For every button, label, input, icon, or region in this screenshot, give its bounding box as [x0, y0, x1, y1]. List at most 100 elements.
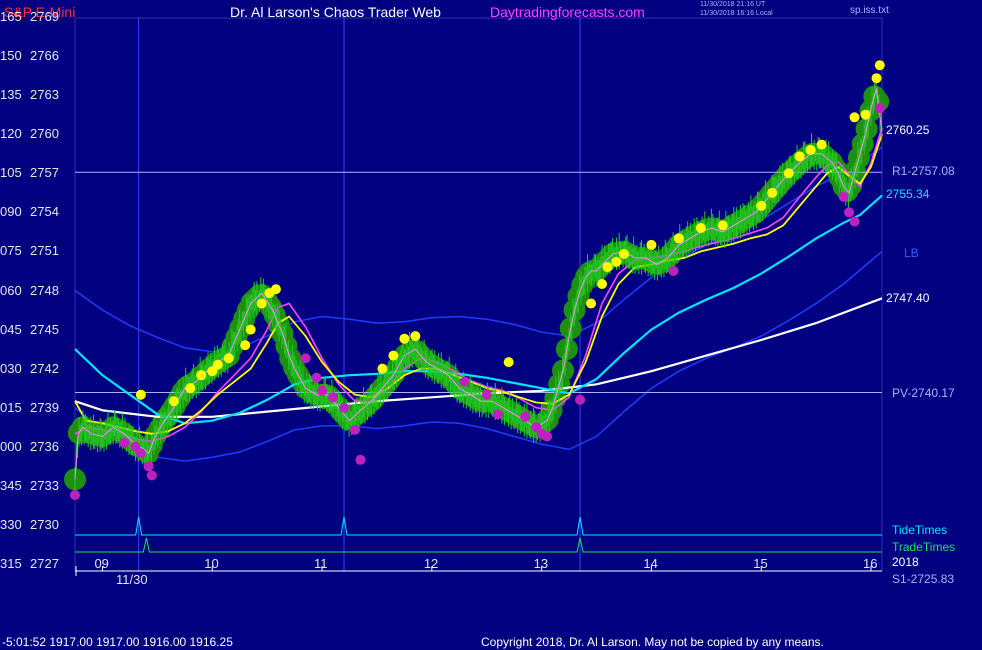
y-tick-degree: 090 [0, 204, 22, 220]
high-marker [256, 298, 267, 309]
chart-title: Dr. Al Larson's Chaos Trader Web [230, 4, 441, 20]
y-tick-degree: 120 [0, 126, 22, 142]
y-tick-degree: 315 [0, 556, 22, 571]
r1-label: R1-2757.08 [892, 164, 955, 178]
y-tick-price: 2769 [30, 9, 59, 24]
y-tick-degree: 165 [0, 9, 22, 24]
x-tick-label: 09 [94, 556, 109, 571]
y-tick-label: 120 2760 [0, 126, 68, 141]
low-marker [520, 411, 531, 422]
white-avg-label: 2747.40 [886, 291, 930, 305]
y-tick-label: 150 2766 [0, 48, 68, 63]
cursor-readout: -5:01:52 1917.00 1917.00 1916.00 1916.25 [2, 635, 233, 649]
y-tick-price: 2748 [30, 282, 59, 298]
x-tick-label: 10 [204, 556, 219, 571]
low-marker [349, 424, 360, 435]
copyright: Copyright 2018, Dr. Al Larson. May not b… [481, 635, 824, 649]
low-marker [300, 353, 311, 364]
y-tick-degree: 045 [0, 321, 22, 337]
y-tick-label: 075 2751 [0, 243, 68, 258]
low-marker [317, 385, 328, 396]
high-marker [874, 60, 885, 71]
high-marker [783, 168, 794, 179]
x-date-label: 11/30 [116, 572, 148, 587]
low-marker [838, 191, 849, 202]
y-tick-degree: 135 [0, 87, 22, 103]
low-marker [146, 470, 157, 481]
y-tick-label: 105 2757 [0, 165, 68, 180]
x-tick-label: 16 [863, 556, 878, 571]
high-marker [223, 353, 234, 364]
file-name: sp.iss.txt [850, 5, 889, 16]
high-marker [871, 73, 882, 84]
y-tick-label: 060 2748 [0, 283, 68, 298]
y-tick-degree: 330 [0, 516, 22, 532]
high-marker [611, 256, 622, 267]
x-tick-label: 11 [314, 556, 328, 571]
x-tick-label: 12 [423, 556, 439, 571]
high-marker [695, 222, 706, 233]
y-tick-degree: 345 [0, 477, 22, 493]
high-marker [756, 200, 767, 211]
high-marker [816, 139, 827, 150]
low-marker [119, 437, 130, 448]
y-tick-price: 2730 [30, 516, 59, 532]
high-marker [618, 249, 629, 260]
x-tick-label: 13 [533, 556, 549, 571]
trade-times-label: TradeTimes [892, 540, 956, 554]
high-marker [860, 109, 871, 120]
high-marker [240, 340, 251, 351]
tide-times-label: TideTimes [892, 523, 948, 537]
low-marker [492, 409, 503, 420]
high-marker [602, 262, 613, 273]
y-tick-price: 2736 [30, 438, 59, 454]
low-marker [668, 265, 679, 276]
y-tick-price: 2754 [30, 204, 59, 220]
site-link[interactable]: Daytradingforecasts.com [490, 4, 645, 20]
high-marker [597, 278, 608, 289]
y-tick-degree: 030 [0, 360, 22, 376]
low-marker [874, 103, 885, 114]
low-marker [481, 389, 492, 400]
high-marker [270, 284, 281, 295]
y-tick-degree: 075 [0, 243, 22, 259]
y-tick-degree: 000 [0, 438, 22, 454]
y-tick-degree: 060 [0, 282, 22, 298]
low-marker [328, 392, 339, 403]
y-tick-label: 000 2736 [0, 439, 68, 454]
high-marker [794, 151, 805, 162]
high-marker [168, 396, 179, 407]
y-tick-price: 2727 [30, 556, 59, 571]
high-marker [410, 331, 421, 342]
high-marker [586, 298, 597, 309]
high-marker [646, 239, 657, 250]
y-tick-price: 2763 [30, 87, 59, 103]
y-tick-degree: 150 [0, 48, 22, 64]
high-marker [377, 363, 388, 374]
y-tick-label: 330 2730 [0, 517, 68, 532]
y-tick-degree: 105 [0, 165, 22, 181]
high-marker [245, 324, 256, 335]
lb-label: LB [904, 246, 919, 260]
y-tick-price: 2760 [30, 126, 59, 142]
low-marker [575, 394, 586, 405]
y-tick-label: 090 2754 [0, 204, 68, 219]
y-tick-label: 165 2769 [0, 9, 68, 24]
y-tick-price: 2733 [30, 477, 59, 493]
y-tick-price: 2745 [30, 321, 59, 337]
y-tick-price: 2757 [30, 165, 59, 181]
y-tick-label: 045 2745 [0, 322, 68, 337]
high-marker [185, 383, 196, 394]
high-marker [805, 144, 816, 155]
y-tick-label: 015 2739 [0, 400, 68, 415]
y-tick-price: 2739 [30, 399, 59, 415]
chart-canvas [64, 17, 890, 576]
high-marker [503, 357, 514, 368]
year-label: 2018 [892, 555, 919, 569]
high-marker [196, 370, 207, 381]
last-price-label: 2760.25 [886, 123, 930, 137]
high-marker [673, 233, 684, 244]
low-marker [70, 489, 80, 500]
low-marker [844, 207, 855, 218]
low-marker [542, 431, 553, 442]
